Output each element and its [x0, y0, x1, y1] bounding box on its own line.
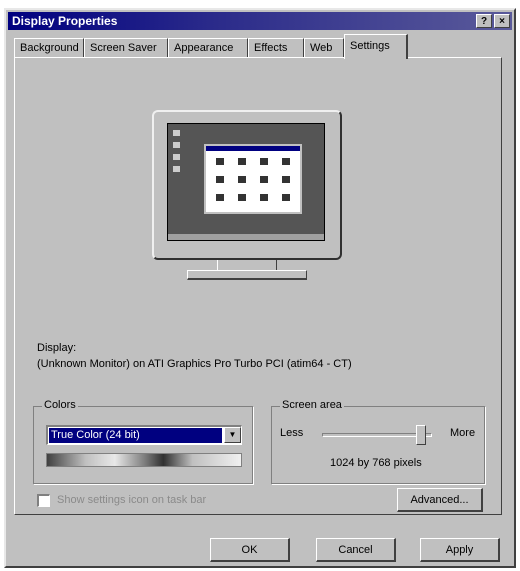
cancel-button[interactable]: Cancel — [316, 538, 396, 562]
title-bar[interactable]: Display Properties ? × — [8, 12, 512, 30]
preview-icon — [260, 158, 268, 165]
screen-area-group: Screen area Less More 1024 by 768 pixels — [271, 399, 485, 484]
apply-button[interactable]: Apply — [420, 538, 500, 562]
tab-effects[interactable]: Effects — [248, 38, 304, 58]
display-label: Display: — [37, 342, 77, 354]
preview-window — [204, 144, 302, 214]
window-title: Display Properties — [12, 14, 118, 28]
tab-web[interactable]: Web — [304, 38, 344, 58]
show-settings-icon-label: Show settings icon on task bar — [57, 494, 207, 506]
preview-icon — [238, 194, 246, 201]
preview-icon — [238, 176, 246, 183]
preview-window-title — [206, 146, 300, 151]
preview-icon — [216, 194, 224, 201]
desktop-icon — [173, 154, 180, 160]
colors-group: Colors True Color (24 bit) ▼ — [33, 399, 253, 484]
monitor-stand-base — [187, 270, 307, 280]
desktop-icon — [173, 130, 180, 136]
ok-button[interactable]: OK — [210, 538, 290, 562]
dropdown-arrow-icon[interactable]: ▼ — [224, 427, 241, 443]
screen-area-slider-thumb[interactable] — [416, 425, 426, 445]
preview-icon — [216, 158, 224, 165]
screen-area-group-title: Screen area — [280, 399, 344, 411]
slider-less-label: Less — [280, 427, 304, 439]
display-properties-window: Display Properties ? × Background Screen… — [4, 8, 516, 568]
preview-icon — [260, 176, 268, 183]
slider-more-label: More — [450, 427, 476, 439]
preview-icon — [260, 194, 268, 201]
tab-screen-saver[interactable]: Screen Saver — [84, 38, 168, 58]
colors-group-title: Colors — [42, 399, 78, 411]
tab-settings[interactable]: Settings — [344, 34, 408, 59]
desktop-icon — [173, 166, 180, 172]
settings-panel: Display: (Unknown Monitor) on ATI Graphi… — [14, 57, 502, 515]
monitor-preview — [152, 110, 342, 260]
help-icon[interactable]: ? — [476, 14, 492, 28]
colors-selected-value: True Color (24 bit) — [49, 428, 222, 443]
tab-background[interactable]: Background — [14, 38, 84, 58]
tab-strip: Background Screen Saver Appearance Effec… — [14, 34, 506, 59]
preview-taskbar — [168, 234, 324, 240]
monitor-screen — [167, 123, 325, 241]
preview-icon — [282, 194, 290, 201]
monitor-stand-neck — [217, 260, 277, 270]
desktop-icon — [173, 142, 180, 148]
preview-icon — [238, 158, 246, 165]
show-settings-icon-checkbox[interactable] — [37, 494, 50, 507]
preview-icon — [282, 158, 290, 165]
screen-resolution-text: 1024 by 768 pixels — [330, 457, 422, 469]
preview-icon — [282, 176, 290, 183]
tab-appearance[interactable]: Appearance — [168, 38, 248, 58]
preview-icon — [216, 176, 224, 183]
display-value: (Unknown Monitor) on ATI Graphics Pro Tu… — [37, 358, 352, 370]
color-preview-bar — [46, 453, 242, 467]
advanced-button[interactable]: Advanced... — [397, 488, 483, 512]
colors-dropdown[interactable]: True Color (24 bit) ▼ — [46, 425, 242, 445]
close-icon[interactable]: × — [494, 14, 510, 28]
